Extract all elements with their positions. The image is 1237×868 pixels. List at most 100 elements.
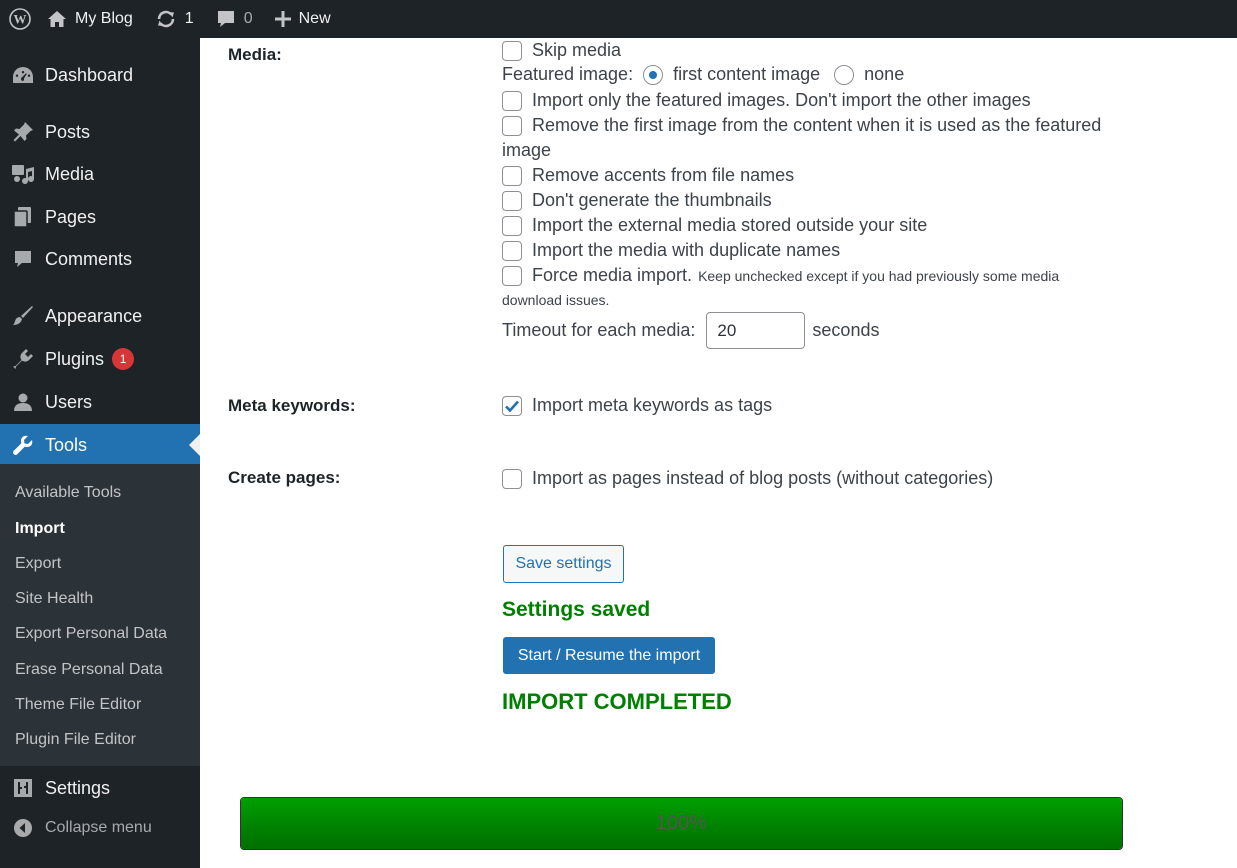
sidebar-item-tools[interactable]: Tools xyxy=(0,424,200,466)
admin-sidebar: Dashboard Posts Media Pages Comments App… xyxy=(0,38,200,868)
import-progress-bar: 100% xyxy=(240,797,1123,850)
new-label: New xyxy=(298,10,331,27)
sidebar-item-plugins[interactable]: Plugins 1 xyxy=(0,338,200,380)
remove-accents-option[interactable]: Remove accents from file names xyxy=(502,165,794,186)
sidebar-item-label: Tools xyxy=(45,434,88,455)
submenu-item-theme-file-editor[interactable]: Theme File Editor xyxy=(15,696,141,714)
remove-first-image-option[interactable]: Remove the first image from the content … xyxy=(502,115,1101,136)
pages-icon xyxy=(0,206,45,228)
dont-generate-thumbnails-option[interactable]: Don't generate the thumbnails xyxy=(502,190,772,211)
remove-accents-label: Remove accents from file names xyxy=(532,165,795,185)
refresh-icon xyxy=(155,10,177,28)
meta-keywords-checkbox[interactable] xyxy=(502,395,522,416)
sidebar-item-label: Users xyxy=(45,391,93,412)
comment-icon xyxy=(0,249,45,269)
featured-image-option: Featured image: first content image none xyxy=(502,64,904,85)
submenu-item-plugin-file-editor[interactable]: Plugin File Editor xyxy=(15,731,136,749)
submenu-item-erase-personal-data[interactable]: Erase Personal Data xyxy=(15,661,163,679)
featured-first-content-radio[interactable] xyxy=(643,64,664,85)
sidebar-item-dashboard[interactable]: Dashboard xyxy=(0,54,200,96)
import-external-label: Import the external media stored outside… xyxy=(532,215,928,235)
updates-count: 1 xyxy=(184,10,194,27)
sidebar-item-settings[interactable]: Settings xyxy=(0,767,200,809)
wrench-icon xyxy=(0,434,45,456)
dont-generate-thumbnails-label: Don't generate the thumbnails xyxy=(532,190,772,210)
remove-first-image-checkbox[interactable] xyxy=(502,115,522,136)
sidebar-item-users[interactable]: Users xyxy=(0,381,200,423)
import-only-featured-checkbox[interactable] xyxy=(502,90,522,111)
collapse-menu-label: Collapse menu xyxy=(45,819,152,836)
import-external-option[interactable]: Import the external media stored outside… xyxy=(502,215,927,236)
submenu-item-export-personal-data[interactable]: Export Personal Data xyxy=(15,625,167,643)
sidebar-item-pages[interactable]: Pages xyxy=(0,196,200,238)
updates-link[interactable]: 1 xyxy=(143,0,204,38)
site-name-link[interactable]: My Blog xyxy=(43,0,143,38)
force-import-checkbox[interactable] xyxy=(502,265,522,286)
force-import-option[interactable]: Force media import. Keep unchecked excep… xyxy=(502,265,1059,286)
sidebar-item-comments[interactable]: Comments xyxy=(0,238,200,280)
dont-generate-thumbnails-checkbox[interactable] xyxy=(502,190,522,211)
create-pages-option[interactable]: Import as pages instead of blog posts (w… xyxy=(502,468,993,489)
meta-keywords-option[interactable]: Import meta keywords as tags xyxy=(502,395,772,416)
new-content-link[interactable]: New xyxy=(263,0,341,38)
featured-none-radio[interactable] xyxy=(834,64,855,85)
meta-keywords-label: Import meta keywords as tags xyxy=(532,395,773,415)
meta-keywords-row-label: Meta keywords: xyxy=(228,396,356,415)
timeout-unit: seconds xyxy=(812,320,880,340)
dashboard-icon xyxy=(0,65,45,85)
sidebar-item-label: Media xyxy=(45,163,95,184)
progress-percent-label: 100% xyxy=(655,812,708,834)
featured-image-label: Featured image: xyxy=(502,64,634,84)
timeout-input[interactable]: 20 xyxy=(706,312,806,349)
skip-media-label: Skip media xyxy=(532,40,622,60)
wordpress-logo-icon[interactable]: W xyxy=(0,0,43,38)
collapse-menu-button[interactable]: Collapse menu xyxy=(0,818,152,838)
import-duplicate-checkbox[interactable] xyxy=(502,240,522,261)
create-pages-label: Import as pages instead of blog posts (w… xyxy=(532,468,994,488)
media-row-label: Media: xyxy=(228,45,282,64)
site-name-label: My Blog xyxy=(75,10,133,27)
import-external-checkbox[interactable] xyxy=(502,215,522,236)
import-only-featured-label: Import only the featured images. Don't i… xyxy=(532,90,1031,110)
sidebar-item-label: Settings xyxy=(45,777,111,798)
comment-bubble-icon xyxy=(216,9,236,29)
skip-media-option[interactable]: Skip media xyxy=(502,40,621,61)
sidebar-item-label: Posts xyxy=(45,121,91,142)
sidebar-item-label: Dashboard xyxy=(45,64,134,85)
start-import-button[interactable]: Start / Resume the import xyxy=(503,637,715,674)
featured-none-label: none xyxy=(864,64,905,84)
force-import-note-cont: download issues. xyxy=(502,292,610,308)
plugins-update-badge: 1 xyxy=(112,348,135,370)
import-duplicate-label: Import the media with duplicate names xyxy=(532,240,841,260)
sidebar-item-media[interactable]: Media xyxy=(0,153,200,195)
timeout-option: Timeout for each media: 20 seconds xyxy=(502,312,879,349)
submenu-item-available-tools[interactable]: Available Tools xyxy=(15,484,121,502)
submenu-item-site-health[interactable]: Site Health xyxy=(15,590,93,608)
submenu-item-export[interactable]: Export xyxy=(15,555,61,573)
sidebar-item-label: Comments xyxy=(45,248,133,269)
settings-saved-message: Settings saved xyxy=(502,598,651,621)
remove-first-image-label-cont: image xyxy=(502,140,552,160)
sidebar-item-label: Appearance xyxy=(45,305,143,326)
main-content: Media: Skip media Featured image: first … xyxy=(200,38,1237,868)
remove-accents-checkbox[interactable] xyxy=(502,165,522,186)
checkmark-icon xyxy=(505,400,519,412)
sidebar-item-posts[interactable]: Posts xyxy=(0,111,200,153)
comments-link[interactable]: 0 xyxy=(204,0,263,38)
pushpin-icon xyxy=(0,121,45,143)
plugin-icon xyxy=(0,348,45,370)
save-settings-button[interactable]: Save settings xyxy=(503,545,624,583)
sidebar-item-appearance[interactable]: Appearance xyxy=(0,295,200,337)
featured-first-content-label: first content image xyxy=(673,64,821,84)
submenu-item-import[interactable]: Import xyxy=(15,520,65,538)
force-import-note: Keep unchecked except if you had previou… xyxy=(698,267,1060,284)
import-duplicate-option[interactable]: Import the media with duplicate names xyxy=(502,240,840,261)
create-pages-checkbox[interactable] xyxy=(502,468,522,489)
import-completed-message: IMPORT COMPLETED xyxy=(502,689,732,714)
import-only-featured-option[interactable]: Import only the featured images. Don't i… xyxy=(502,90,1031,111)
skip-media-checkbox[interactable] xyxy=(502,40,522,61)
tools-submenu: Available Tools Import Export Site Healt… xyxy=(0,464,200,766)
sidebar-item-label: Plugins xyxy=(45,348,105,369)
force-import-label: Force media import. xyxy=(532,265,693,285)
svg-text:W: W xyxy=(14,12,27,27)
